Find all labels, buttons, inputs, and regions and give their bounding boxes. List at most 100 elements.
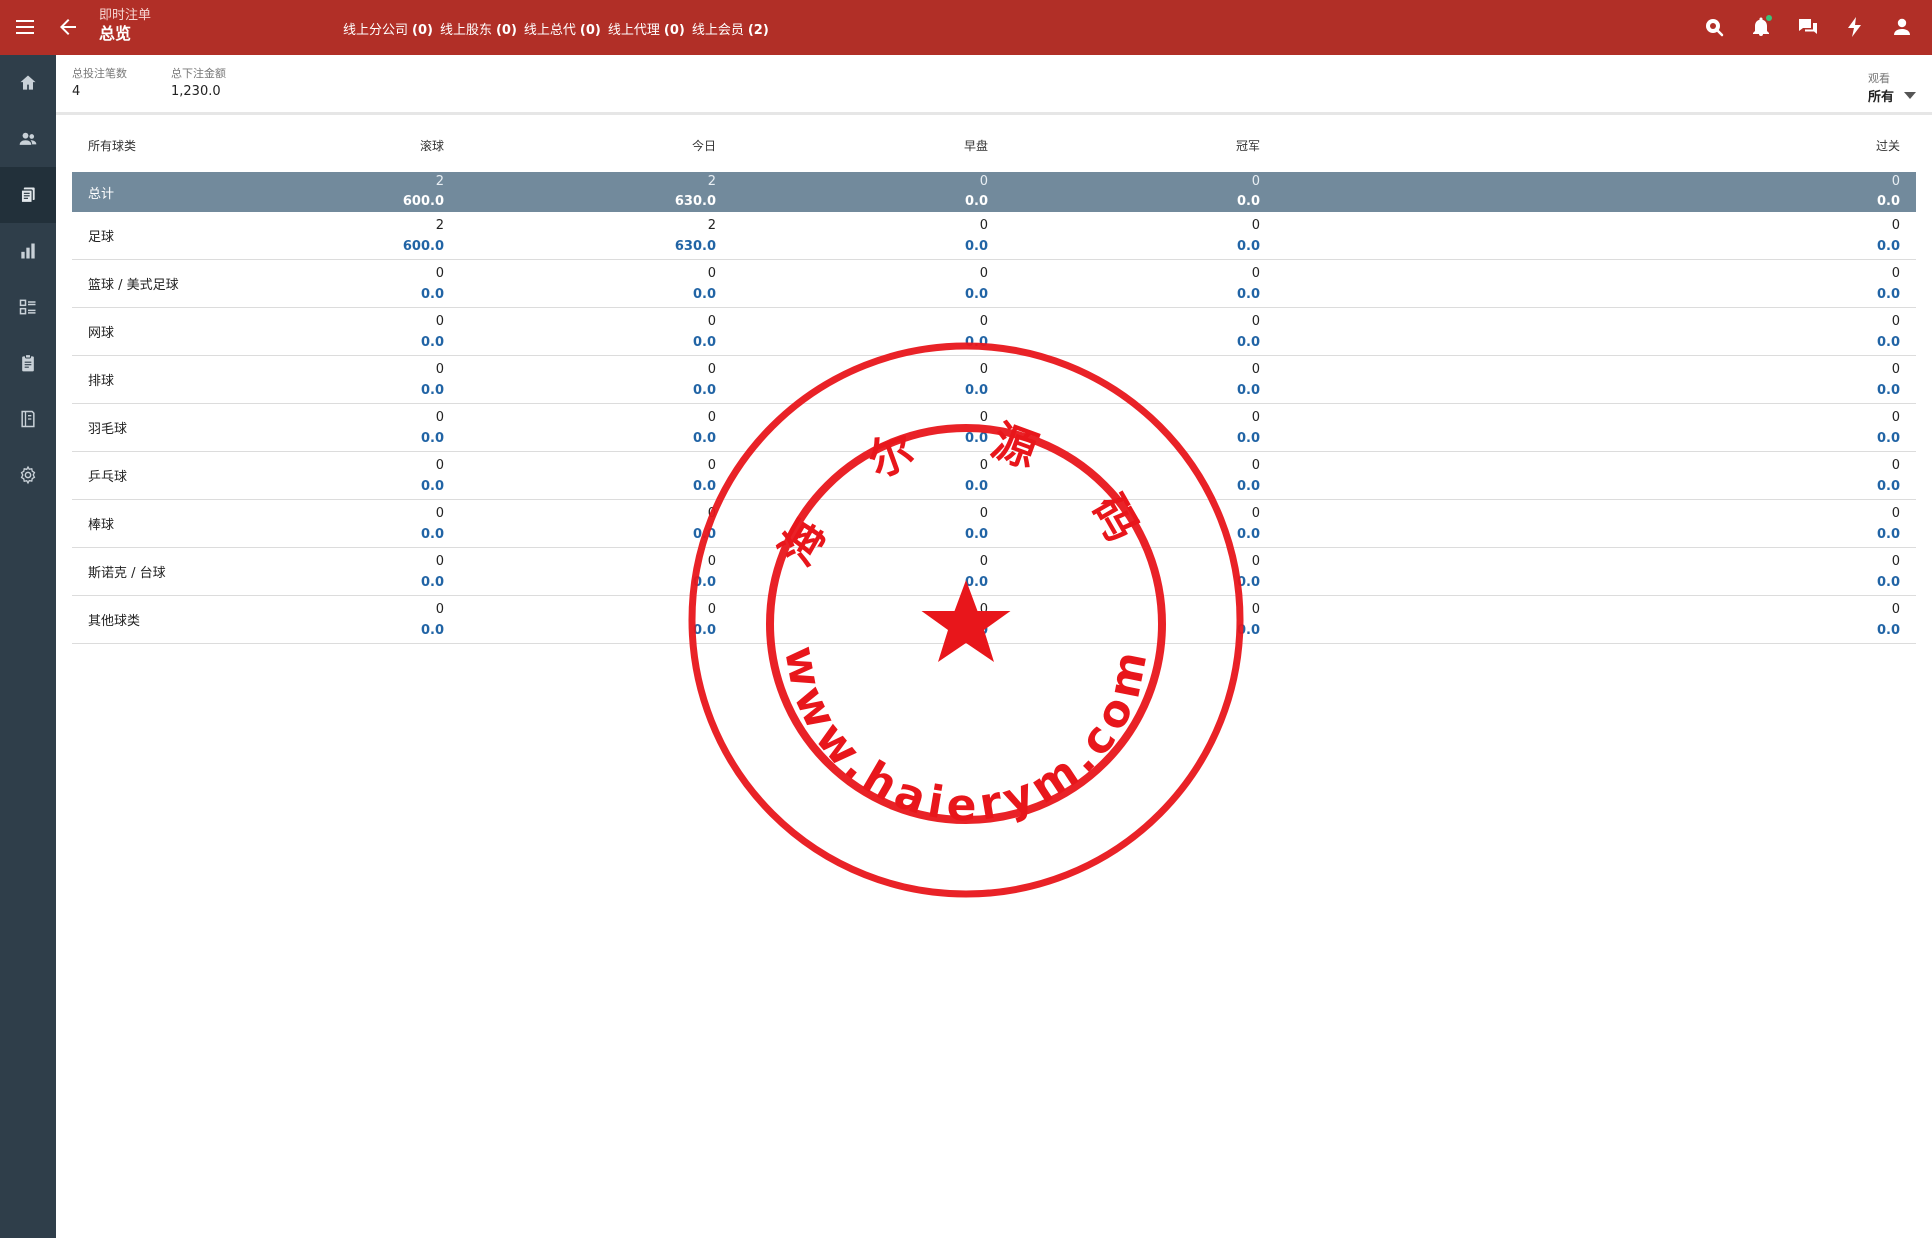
value-cell: 0 0.0: [516, 265, 716, 304]
bet-amount[interactable]: 0.0: [516, 286, 716, 304]
value-cell: 0 0.0: [788, 173, 988, 211]
bet-amount[interactable]: 0.0: [788, 238, 988, 256]
bet-amount[interactable]: 0.0: [1700, 193, 1900, 211]
value-cell: 0 0.0: [1060, 457, 1260, 496]
lightning-icon[interactable]: [1843, 15, 1867, 39]
bet-count: 0: [435, 410, 444, 425]
bet-amount[interactable]: 0.0: [788, 430, 988, 448]
bet-amount[interactable]: 0.0: [244, 286, 444, 304]
sidebar-item-settings[interactable]: [0, 447, 56, 503]
bet-amount[interactable]: 600.0: [244, 193, 444, 211]
value-cell: 0 0.0: [1060, 313, 1260, 352]
bet-amount[interactable]: 0.0: [516, 334, 716, 352]
bet-amount[interactable]: 0.0: [1060, 478, 1260, 496]
sidebar-item-clipboard[interactable]: [0, 335, 56, 391]
bet-amount[interactable]: 0.0: [244, 430, 444, 448]
sidebar-item-home[interactable]: [0, 55, 56, 111]
bet-amount[interactable]: 0.0: [1700, 526, 1900, 544]
bet-amount[interactable]: 600.0: [244, 238, 444, 256]
bet-amount[interactable]: 0.0: [1060, 334, 1260, 352]
bet-count: 0: [1891, 410, 1900, 425]
bet-amount[interactable]: 630.0: [516, 238, 716, 256]
view-filter-dropdown[interactable]: 观看 所有: [1868, 70, 1916, 105]
nav-link[interactable]: 线上股东 (0): [440, 23, 517, 38]
bet-amount[interactable]: 0.0: [516, 382, 716, 400]
bet-amount[interactable]: 0.0: [1060, 193, 1260, 211]
value-cell: 0 0.0: [788, 361, 988, 400]
back-arrow-icon[interactable]: [56, 15, 80, 39]
bet-amount[interactable]: 0.0: [1700, 382, 1900, 400]
sidebar-item-reports[interactable]: [0, 167, 56, 223]
bet-count: 0: [979, 410, 988, 425]
bet-count: 0: [435, 266, 444, 281]
summary-divider: [56, 112, 1932, 115]
value-cell: 2 630.0: [516, 173, 716, 211]
bet-amount[interactable]: 0.0: [1060, 286, 1260, 304]
bet-count: 0: [707, 362, 716, 377]
bet-amount[interactable]: 0.0: [244, 622, 444, 640]
notification-bell-icon[interactable]: [1749, 15, 1773, 39]
page-subtitle: 即时注单: [99, 8, 152, 23]
bet-amount[interactable]: 0.0: [1700, 334, 1900, 352]
sport-name: 棒球: [88, 518, 115, 533]
bet-amount[interactable]: 0.0: [1700, 430, 1900, 448]
bet-amount[interactable]: 0.0: [1060, 622, 1260, 640]
nav-link[interactable]: 线上代理 (0): [608, 23, 685, 38]
total-amount-label: 总下注金额: [171, 67, 226, 80]
bet-amount[interactable]: 0.0: [1700, 238, 1900, 256]
gear-icon: [20, 465, 36, 485]
bet-amount[interactable]: 0.0: [1700, 286, 1900, 304]
value-cell: 0 0.0: [1060, 553, 1260, 592]
nav-link[interactable]: 线上会员 (2): [692, 23, 769, 38]
bet-amount[interactable]: 0.0: [788, 622, 988, 640]
bet-amount[interactable]: 0.0: [244, 382, 444, 400]
bet-amount[interactable]: 0.0: [244, 334, 444, 352]
table-row: 足球 2 600.0 2 630.0 0 0.0 0 0.0 0 0.0: [72, 212, 1916, 260]
bet-amount[interactable]: 0.0: [1060, 526, 1260, 544]
bet-amount[interactable]: 0.0: [1700, 622, 1900, 640]
bet-amount[interactable]: 0.0: [516, 622, 716, 640]
bet-amount[interactable]: 0.0: [1060, 382, 1260, 400]
bet-amount[interactable]: 0.0: [1060, 430, 1260, 448]
search-icon[interactable]: [1702, 15, 1726, 39]
watermark-bottom-text: www.haierym.com: [774, 642, 1158, 832]
sidebar-item-users[interactable]: [0, 111, 56, 167]
bet-count: 0: [1251, 266, 1260, 281]
user-icon[interactable]: [1890, 15, 1914, 39]
bet-amount[interactable]: 0.0: [516, 478, 716, 496]
table-header-row: 所有球类 滚球 今日 早盘 冠军 过关: [72, 125, 1916, 172]
sidebar-item-ledger[interactable]: [0, 391, 56, 447]
nav-link-label: 线上代理: [607, 23, 660, 38]
sidebar-item-list[interactable]: [0, 279, 56, 335]
sidebar-item-stats[interactable]: [0, 223, 56, 279]
top-nav: 线上分公司 (0) 线上股东 (0) 线上总代 (0) 线上代理 (0) 线上会员 (2): [343, 19, 776, 38]
bet-amount[interactable]: 0.0: [244, 574, 444, 592]
bet-amount[interactable]: 0.0: [788, 478, 988, 496]
bet-amount[interactable]: 0.0: [516, 430, 716, 448]
value-cell: 0 0.0: [244, 361, 444, 400]
nav-link[interactable]: 线上总代 (0): [524, 23, 601, 38]
bet-amount[interactable]: 0.0: [788, 286, 988, 304]
bet-amount[interactable]: 0.0: [1060, 238, 1260, 256]
bet-amount[interactable]: 0.0: [244, 526, 444, 544]
bet-amount[interactable]: 0.0: [788, 193, 988, 211]
value-cell: 0 0.0: [516, 601, 716, 640]
menu-icon[interactable]: [16, 17, 38, 37]
bet-amount[interactable]: 0.0: [1700, 574, 1900, 592]
value-cell: 0 0.0: [516, 313, 716, 352]
bet-count: 0: [979, 362, 988, 377]
bet-amount[interactable]: 0.0: [244, 478, 444, 496]
bet-amount[interactable]: 0.0: [788, 334, 988, 352]
bet-amount[interactable]: 0.0: [516, 574, 716, 592]
value-cell: 0 0.0: [1060, 361, 1260, 400]
bet-amount[interactable]: 0.0: [788, 526, 988, 544]
bet-amount[interactable]: 0.0: [788, 382, 988, 400]
value-cell: 0 0.0: [788, 217, 988, 256]
bet-amount[interactable]: 630.0: [516, 193, 716, 211]
chat-icon[interactable]: [1796, 15, 1820, 39]
bet-amount[interactable]: 0.0: [1060, 574, 1260, 592]
bet-amount[interactable]: 0.0: [516, 526, 716, 544]
bet-amount[interactable]: 0.0: [788, 574, 988, 592]
bet-amount[interactable]: 0.0: [1700, 478, 1900, 496]
nav-link[interactable]: 线上分公司 (0): [343, 23, 433, 38]
